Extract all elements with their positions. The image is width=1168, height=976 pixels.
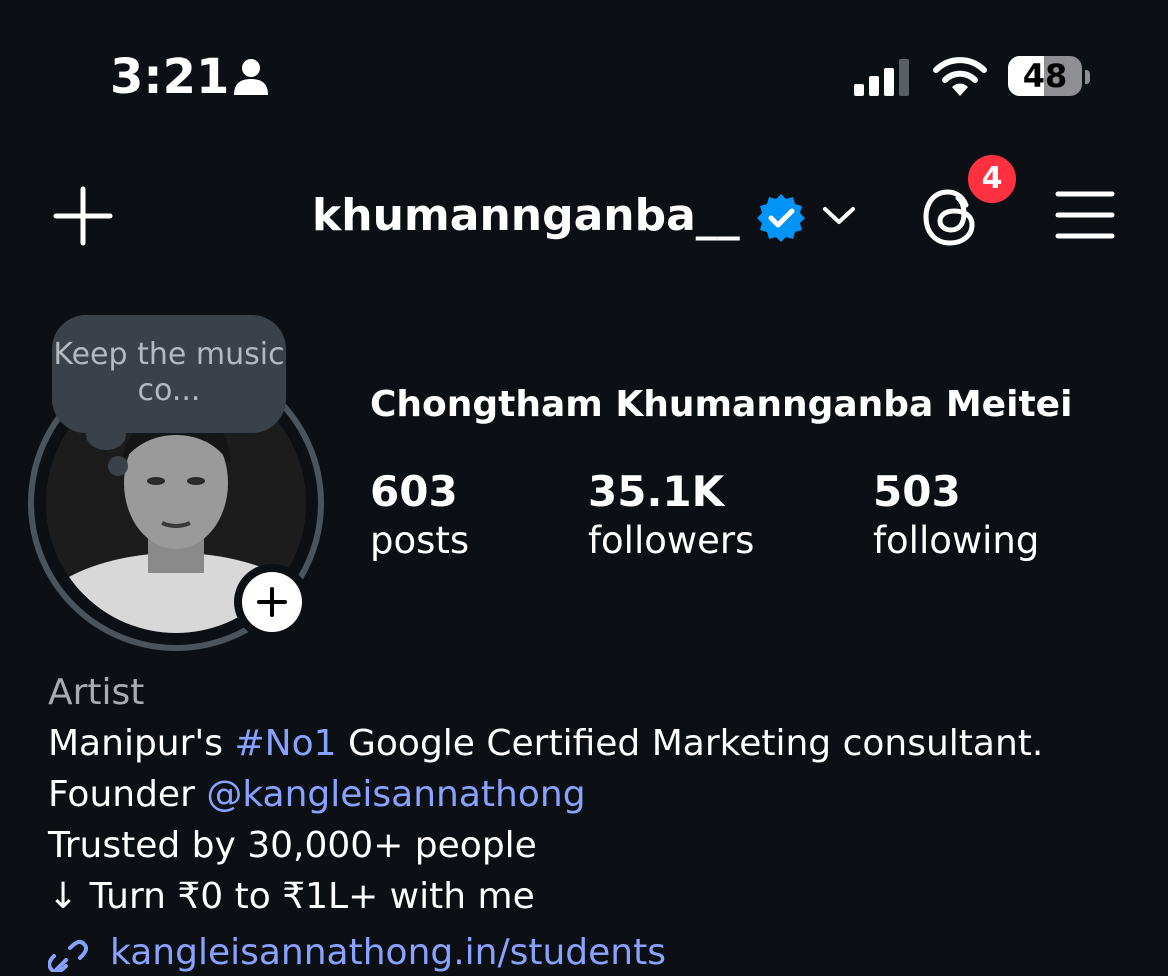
note-bubble-dot [108, 456, 128, 476]
profile-category: Artist [48, 672, 145, 713]
plus-icon[interactable] [52, 185, 114, 247]
posts-label: posts [370, 519, 470, 562]
followers-count: 35.1K [588, 467, 725, 516]
bio-line-2: Founder @kangleisannathong [48, 772, 586, 818]
profile-link-text[interactable]: kangleisannathong.in/students [110, 932, 666, 973]
status-time: 3:21 [110, 49, 230, 105]
battery-level: 48 [1022, 57, 1068, 95]
link-icon [48, 939, 89, 972]
bio-line-4: ↓ Turn ₹0 to ₹1L+ with me [48, 876, 535, 917]
wifi-icon [933, 57, 987, 96]
signal-icon [854, 59, 909, 96]
battery-icon: 48 [1008, 56, 1090, 98]
stat-posts[interactable]: 603 posts [370, 466, 469, 564]
bio-line-3: Trusted by 30,000+ people [48, 825, 537, 866]
mention-link[interactable]: @kangleisannathong [206, 774, 585, 815]
stat-followers[interactable]: 35.1K followers [588, 466, 754, 564]
bio-text: Google Certified Marketing consultant. [336, 723, 1044, 764]
add-icon [257, 587, 287, 617]
menu-icon[interactable] [1055, 190, 1115, 240]
chevron-down-icon[interactable] [820, 200, 858, 230]
username-switcher[interactable]: khumannganba__ [312, 188, 740, 244]
bio-text: Founder [48, 774, 207, 815]
full-name: Chongtham Khumannganba Meitei [370, 384, 1073, 425]
following-count: 503 [873, 467, 961, 516]
bio-line-1: Manipur's #No1 Google Certified Marketin… [48, 721, 1043, 767]
stat-following[interactable]: 503 following [873, 466, 1039, 564]
following-label: following [873, 519, 1040, 562]
hashtag-link[interactable]: #No1 [235, 723, 337, 764]
verified-icon [757, 194, 805, 242]
bio-text: Manipur's [48, 723, 235, 764]
note-text: Keep the music co... [53, 337, 285, 408]
note-bubble[interactable]: Keep the music co... [52, 315, 286, 433]
posts-count: 603 [370, 467, 458, 516]
profile-link[interactable]: kangleisannathong.in/students [48, 930, 666, 976]
person-icon [234, 59, 268, 95]
add-story-button[interactable] [234, 564, 310, 640]
followers-label: followers [588, 519, 755, 562]
notification-badge: 4 [965, 152, 1019, 206]
